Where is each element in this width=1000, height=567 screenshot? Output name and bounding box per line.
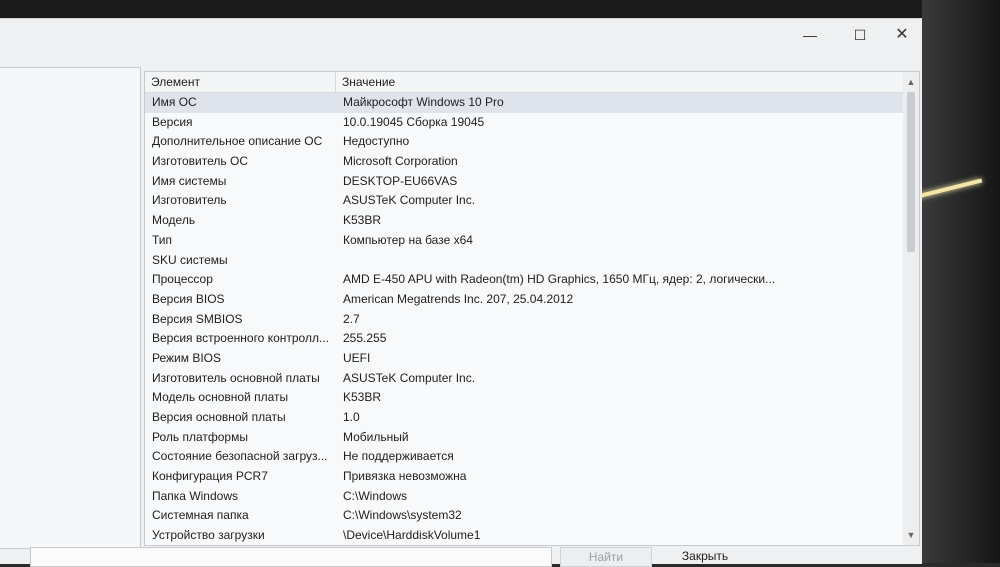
table-row[interactable]: Роль платформы Мобильный [145,428,903,448]
close-window-button[interactable]: ✕ [880,23,924,47]
row-element-value: 255.255 [343,331,387,346]
table-row[interactable]: Версия встроенного контролл... 255.255 [145,329,903,349]
row-element-value: AMD E-450 APU with Radeon(tm) HD Graphic… [343,272,776,287]
row-element-name: Версия [152,114,193,129]
monitor-bezel-top [0,0,1000,20]
row-element-name: Дополнительное описание ОС [152,134,323,149]
row-element-value: 2.7 [343,311,360,326]
row-element-value: 1.0 [343,410,360,424]
row-element-value: ASUSTeK Computer Inc. [343,193,476,208]
table-row[interactable]: Системная папка C:\Windows\system32 [145,506,903,526]
table-row[interactable]: Версия BIOS American Megatrends Inc. 207,… [145,290,903,310]
row-element-value: K53BR [343,390,382,405]
system-info-window: — ☐ ✕ Элемент Значение Имя ОС Майкрософт … [0,18,922,567]
scroll-up-arrow-icon[interactable]: ▲ [903,74,919,90]
table-row[interactable]: Версия основной платы 1.0 [145,408,903,428]
scrollbar-thumb[interactable] [907,92,915,252]
row-element-name: Версия SMBIOS [152,311,243,326]
row-element-value: C:\Windows [343,488,408,503]
scroll-down-arrow-icon[interactable]: ▼ [903,527,919,543]
table-row[interactable]: Имя системы DESKTOP-EU66VAS [145,172,903,192]
table-row[interactable]: Папка Windows C:\Windows [145,487,903,507]
table-row[interactable]: Устройство загрузки \Device\HarddiskVolum… [145,526,903,545]
list-rows: Имя ОС Майкрософт Windows 10 Pro Версия 10.… [145,93,903,545]
table-row[interactable]: Версия 10.0.19045 Сборка 19045 [145,113,903,133]
table-row[interactable]: Состояние безопасной загруз... Не поддерж… [145,447,903,467]
row-element-name: Состояние безопасной загруз... [152,449,328,464]
list-header: Элемент Значение [145,72,903,93]
row-element-name: Изготовитель [152,193,227,208]
column-separator[interactable] [335,72,336,92]
maximize-button[interactable]: ☐ [838,23,882,47]
table-row[interactable]: Модель K53BR [145,211,903,231]
row-element-name: Версия BIOS [152,291,225,306]
table-row[interactable]: SKU системы [145,251,903,271]
row-element-name: Имя системы [152,173,227,188]
row-element-name: Тип [152,232,173,247]
row-element-name: Модель [152,213,196,228]
table-row[interactable]: Конфигурация PCR7 Привязка невозможна [145,467,903,487]
row-element-value: Microsoft Corporation [343,154,458,169]
row-element-value: K53BR [343,213,382,228]
row-element-value: UEFI [343,350,371,365]
monitor-bezel-right [922,0,1000,563]
table-row[interactable]: Тип Компьютер на базе x64 [145,231,903,251]
category-tree-panel[interactable] [0,67,141,549]
row-element-name: Процессор [152,272,213,287]
row-element-name: Роль платформы [152,429,248,444]
row-element-value: C:\Windows\system32 [343,508,462,523]
row-element-name: Устройство загрузки [152,528,265,543]
table-row[interactable]: Изготовитель ASUSTeK Computer Inc. [145,191,903,211]
table-row[interactable]: Изготовитель ОС Microsoft Corporation [145,152,903,172]
row-element-name: Конфигурация PCR7 [152,469,268,484]
footer-bar: Найти Закрыть [0,545,922,567]
row-element-value: American Megatrends Inc. 207, 25.04.2012 [343,291,574,306]
row-element-name: Системная папка [152,508,249,523]
row-element-name: Имя ОС [152,95,197,109]
row-element-value: Мобильный [343,429,409,444]
row-element-name: Режим BIOS [152,350,222,365]
row-element-name: Модель основной платы [152,390,289,405]
find-button[interactable]: Найти [560,547,652,567]
table-row[interactable]: Режим BIOS UEFI [145,349,903,369]
row-element-name: Изготовитель ОС [152,154,248,169]
row-element-name: Версия основной платы [152,410,286,424]
row-element-value: Майкрософт Windows 10 Pro [343,95,504,109]
row-element-name: Папка Windows [152,488,238,503]
row-element-value: Привязка невозможна [343,469,467,484]
system-summary-list[interactable]: Элемент Значение Имя ОС Майкрософт Window… [144,71,920,546]
row-element-value: ASUSTeK Computer Inc. [343,370,476,385]
table-row[interactable]: Изготовитель основной платы ASUSTeK Compu… [145,369,903,389]
row-element-name: Изготовитель основной платы [152,370,320,385]
close-button[interactable]: Закрыть [660,547,750,565]
table-row[interactable]: Имя ОС Майкрософт Windows 10 Pro [145,93,903,113]
row-element-name: Версия встроенного контролл... [152,331,329,346]
column-header-value[interactable]: Значение [342,75,395,89]
row-element-value: Недоступно [343,134,410,149]
row-element-value: \Device\HarddiskVolume1 [343,528,481,543]
find-input[interactable] [30,547,552,567]
row-element-name: SKU системы [152,252,228,267]
table-row[interactable]: Модель основной платы K53BR [145,388,903,408]
table-row[interactable]: Процессор AMD E-450 APU with Radeon(tm) H… [145,270,903,290]
row-element-value: Компьютер на базе x64 [343,232,473,247]
table-row[interactable]: Дополнительное описание ОС Недоступно [145,132,903,152]
title-bar: — ☐ ✕ [0,19,922,51]
row-element-value: Не поддерживается [343,449,454,464]
row-element-value: 10.0.19045 Сборка 19045 [343,114,485,129]
table-row[interactable]: Версия SMBIOS 2.7 [145,310,903,330]
row-element-value: DESKTOP-EU66VAS [343,173,458,188]
column-header-element[interactable]: Элемент [151,75,200,89]
minimize-button[interactable]: — [788,23,832,47]
vertical-scrollbar[interactable]: ▲ ▼ [903,72,919,545]
